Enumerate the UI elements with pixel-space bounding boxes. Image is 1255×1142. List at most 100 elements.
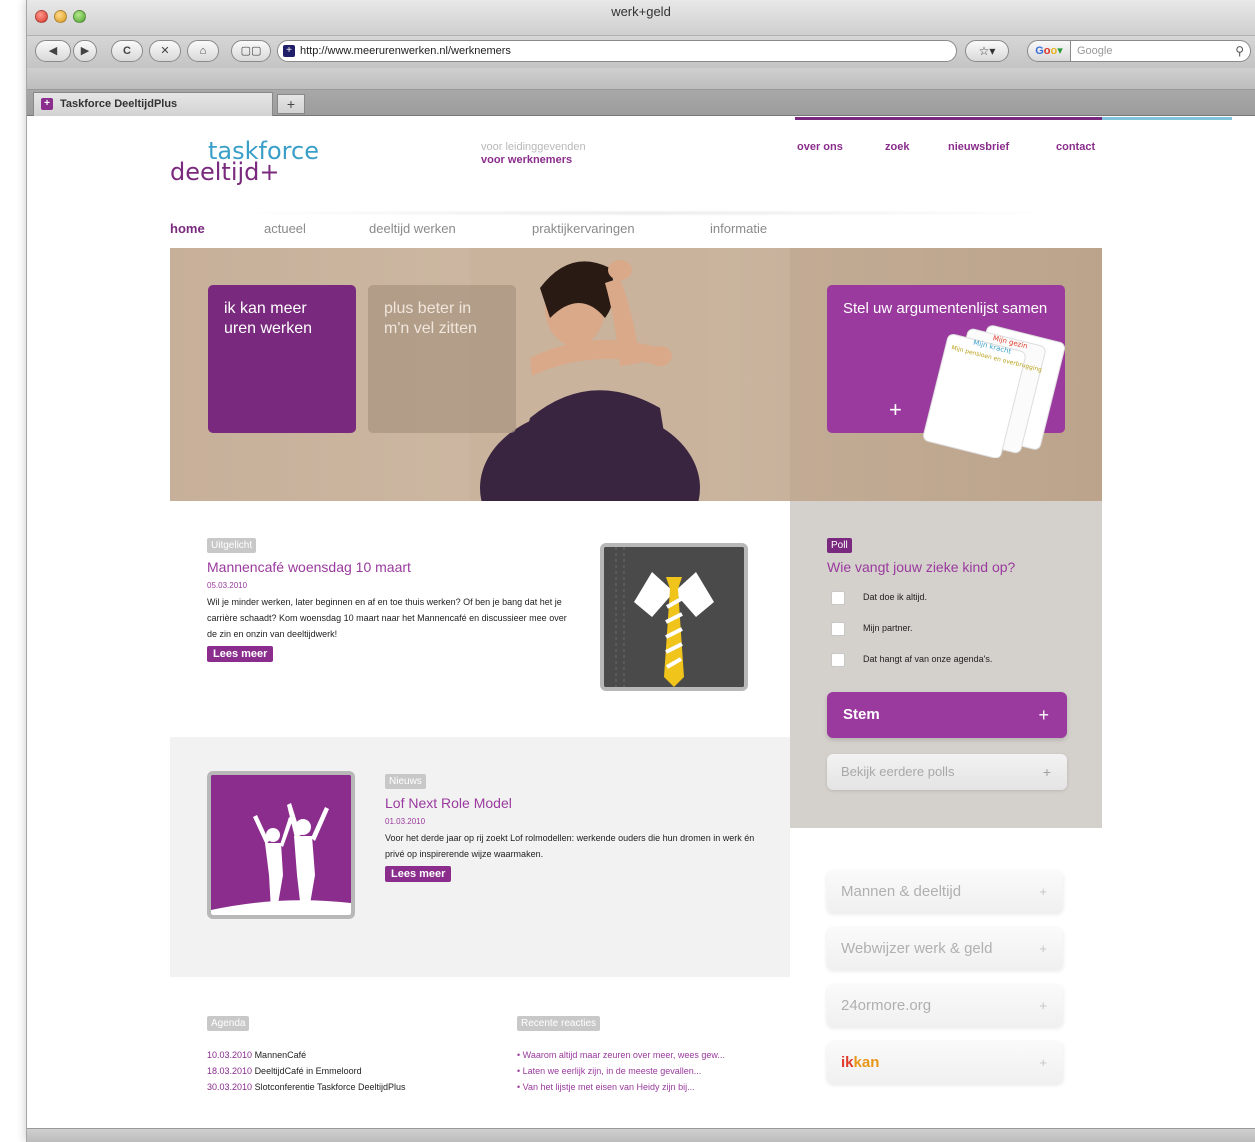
reacties-block: Recente reacties Waarom altijd maar zeur… — [517, 1013, 767, 1095]
tag-nieuws: Nieuws — [385, 774, 426, 789]
hero-box-plus-beter[interactable]: plus beter in m'n vel zitten — [368, 285, 516, 433]
url-bar[interactable]: + http://www.meerurenwerken.nl/werknemer… — [277, 40, 957, 62]
hero-banner: ik kan meer uren werken plus beter in m'… — [170, 248, 1102, 501]
link-leidinggevenden[interactable]: voor leidinggevenden — [481, 141, 586, 154]
tag-agenda: Agenda — [207, 1016, 250, 1031]
tab-title: Taskforce DeeltijdPlus — [60, 98, 178, 110]
plus-icon: + — [286, 96, 296, 112]
web-page: taskforce deeltijd+ voor leidinggevenden… — [27, 117, 1255, 1128]
topnav-zoek[interactable]: zoek — [885, 141, 909, 153]
news-read-more-button[interactable]: Lees meer — [385, 866, 452, 882]
home-button[interactable]: ⌂ — [187, 40, 219, 62]
news-date: 01.03.2010 — [385, 817, 426, 826]
hero-box-ik-kan[interactable]: ik kan meer uren werken — [208, 285, 356, 433]
browser-toolbar: ◀ ▶ C ✕ ⌂ ▢▢ + http://www.meerurenwerken… — [27, 36, 1255, 68]
vote-button[interactable]: Stem + — [827, 692, 1067, 738]
reacties-list: Waarom altijd maar zeuren over meer, wee… — [517, 1047, 767, 1095]
site-container: taskforce deeltijd+ voor leidinggevenden… — [170, 117, 1232, 1128]
search-input[interactable]: Google ⚲ — [1071, 40, 1251, 62]
reactie-link[interactable]: Waarom altijd maar zeuren over meer, wee… — [517, 1047, 767, 1063]
tag-recente-reacties: Recente reacties — [517, 1016, 601, 1031]
search-engine-selector[interactable]: Goo▾ — [1027, 40, 1071, 62]
stop-button[interactable]: ✕ — [149, 40, 181, 62]
site-favicon-icon: + — [283, 45, 295, 57]
poll-option[interactable]: Dat doe ik altijd. — [827, 585, 1067, 616]
older-polls-button[interactable]: Bekijk eerdere polls + — [827, 754, 1067, 790]
cheering-people-icon — [211, 775, 351, 915]
featured-article: Uitgelicht Mannencafé woensdag 10 maart … — [170, 501, 790, 737]
agenda-date: 18.03.2010 — [207, 1066, 253, 1076]
back-button[interactable]: ◀ — [35, 40, 71, 62]
topnav-nieuwsbrief[interactable]: nieuwsbrief — [948, 141, 1009, 153]
link-label: 24ormore.org — [841, 997, 932, 1014]
role-model-illustration[interactable] — [207, 771, 355, 919]
tab-favicon-icon: + — [41, 98, 53, 110]
poll-checkbox[interactable] — [831, 653, 845, 667]
reactie-link[interactable]: Van het lijstje met eisen van Heidy zijn… — [517, 1079, 767, 1095]
reload-icon: C — [123, 45, 131, 57]
tag-poll: Poll — [827, 538, 852, 553]
main-navigation: home actueel deeltijd werken praktijkerv… — [170, 213, 1102, 243]
topnav-contact[interactable]: contact — [1056, 141, 1095, 153]
poll-options: Dat doe ik altijd. Mijn partner. Dat han… — [827, 585, 1067, 678]
mainnav-home[interactable]: home — [170, 221, 205, 236]
agenda-item[interactable]: 10.03.2010 MannenCafé — [207, 1047, 477, 1063]
ikkan-ik: ik — [841, 1054, 854, 1071]
older-polls-label: Bekijk eerdere polls — [841, 764, 955, 779]
featured-read-more-button[interactable]: Lees meer — [207, 646, 274, 662]
audience-switch: voor leidinggevenden voor werknemers — [481, 141, 586, 167]
plus-icon: + — [1039, 998, 1047, 1013]
ikkan-logo: ikkan — [841, 1054, 879, 1071]
bookmark-star-button[interactable]: ☆▾ — [965, 40, 1009, 62]
link-24ormore[interactable]: 24ormore.org + — [827, 985, 1063, 1027]
poll-option-label: Dat hangt af van onze agenda's. — [863, 654, 993, 664]
poll-option[interactable]: Mijn partner. — [827, 616, 1067, 647]
search-placeholder: Google — [1077, 45, 1113, 57]
tag-uitgelicht: Uitgelicht — [207, 538, 257, 553]
argumenten-panel: Stel uw argumentenlijst samen + Mijn gez… — [790, 248, 1102, 501]
tab-bar: + Taskforce DeeltijdPlus + — [27, 90, 1255, 116]
plus-icon: + — [1038, 705, 1049, 725]
status-bar — [27, 1128, 1255, 1142]
tab-taskforce[interactable]: + Taskforce DeeltijdPlus — [33, 92, 273, 116]
bookmarks-bar — [27, 68, 1255, 90]
topnav-over-ons[interactable]: over ons — [797, 141, 843, 153]
poll-checkbox[interactable] — [831, 622, 845, 636]
featured-body: Wil je minder werken, later beginnen en … — [207, 597, 567, 639]
mainnav-praktijkervaringen[interactable]: praktijkervaringen — [532, 221, 635, 236]
mainnav-actueel[interactable]: actueel — [264, 221, 306, 236]
external-links: Mannen & deeltijd + Webwijzer werk & gel… — [790, 828, 1102, 1128]
mainnav-deeltijd-werken[interactable]: deeltijd werken — [369, 221, 456, 236]
link-ikkan[interactable]: ikkan + — [827, 1042, 1063, 1084]
home-icon: ⌂ — [199, 45, 207, 57]
shirt-tie-icon — [604, 547, 744, 687]
agenda-item[interactable]: 18.03.2010 DeeltijdCafé in Emmeloord — [207, 1063, 477, 1079]
new-tab-button[interactable]: + — [277, 94, 305, 114]
poll-option[interactable]: Dat hangt af van onze agenda's. — [827, 647, 1067, 678]
agenda-text: MannenCafé — [254, 1050, 307, 1060]
featured-date: 05.03.2010 — [207, 581, 248, 590]
poll-checkbox[interactable] — [831, 591, 845, 605]
mainnav-informatie[interactable]: informatie — [710, 221, 767, 236]
link-werknemers[interactable]: voor werknemers — [481, 154, 586, 167]
featured-title[interactable]: Mannencafé woensdag 10 maart — [207, 559, 567, 575]
agenda-date: 10.03.2010 — [207, 1050, 253, 1060]
link-webwijzer[interactable]: Webwijzer werk & geld + — [827, 928, 1063, 970]
star-icon: ☆▾ — [978, 44, 996, 58]
forward-button[interactable]: ▶ — [73, 40, 97, 62]
reactie-link[interactable]: Laten we eerlijk zijn, in de meeste geva… — [517, 1063, 767, 1079]
top-navigation: over ons zoek nieuwsbrief contact — [795, 117, 1102, 165]
reload-button[interactable]: C — [111, 40, 143, 62]
window-title: werk+geld — [611, 4, 671, 19]
tie-illustration[interactable] — [600, 543, 748, 691]
agenda-item[interactable]: 30.03.2010 Slotconferentie Taskforce Dee… — [207, 1079, 477, 1095]
poll-panel: Poll Wie vangt jouw zieke kind op? Dat d… — [790, 501, 1102, 828]
plus-icon: + — [1039, 941, 1047, 956]
poll-question: Wie vangt jouw zieke kind op? — [827, 559, 1016, 575]
agenda-block: Agenda 10.03.2010 MannenCafé 18.03.2010 … — [207, 1013, 477, 1095]
vote-label: Stem — [843, 706, 880, 723]
logo-deeltijd: deeltijd+ — [170, 158, 280, 186]
news-title[interactable]: Lof Next Role Model — [385, 795, 765, 811]
link-mannen-deeltijd[interactable]: Mannen & deeltijd + — [827, 871, 1063, 913]
bookmarks-button[interactable]: ▢▢ — [231, 40, 271, 62]
